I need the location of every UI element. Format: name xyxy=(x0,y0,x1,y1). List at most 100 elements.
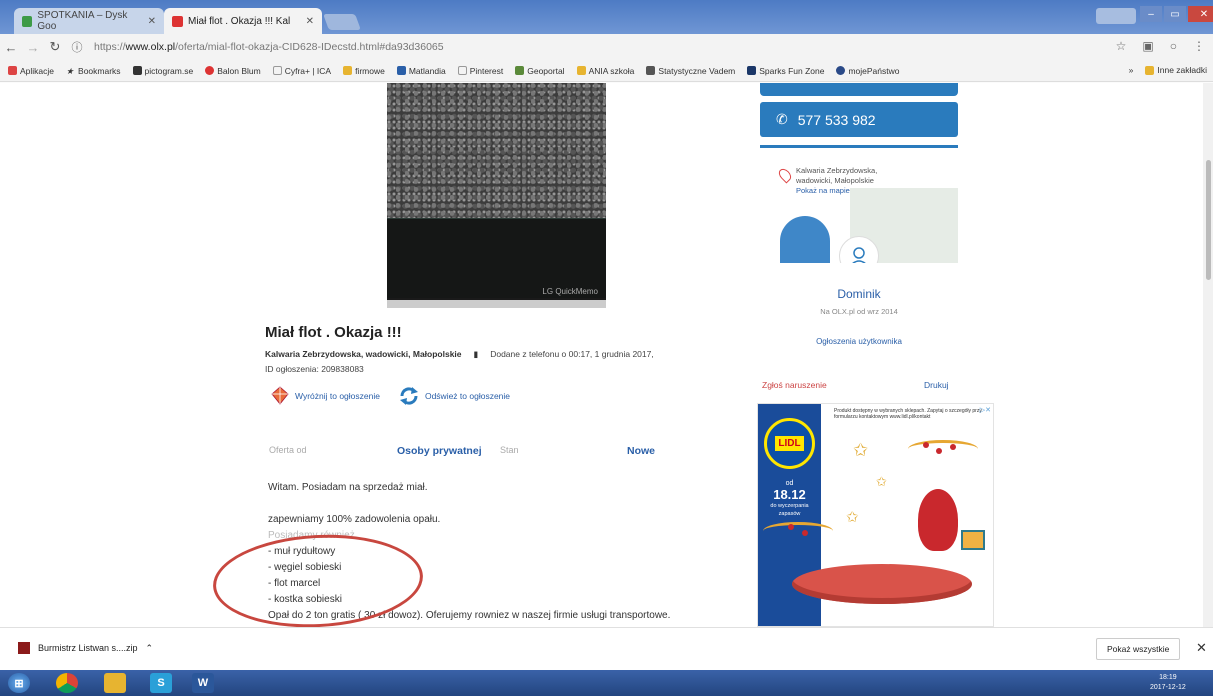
lidl-logo: LIDL xyxy=(764,418,815,469)
pictogram-icon xyxy=(132,66,142,75)
state-value[interactable]: Nowe xyxy=(627,445,655,457)
extension-icon[interactable]: ▣ xyxy=(1142,39,1153,53)
user-name[interactable]: Dominik xyxy=(760,287,958,301)
forward-icon[interactable]: → xyxy=(22,40,44,55)
cardinal-bird xyxy=(918,489,958,551)
listing-added: Dodane z telefonu o 00:17, 1 grudnia 201… xyxy=(490,349,654,359)
bookmark-geoportal[interactable]: Geoportal xyxy=(515,66,565,76)
location-pin-icon xyxy=(776,166,794,184)
ad-od: od xyxy=(785,480,794,487)
tab-olx[interactable]: Miał flot . Okazja !!! Kal ✕ xyxy=(164,8,322,34)
adchoices-icon[interactable]: ▷✕ xyxy=(980,406,991,414)
bookmark-balon[interactable]: Balon Blum xyxy=(205,66,261,76)
bookmark-statystyczne[interactable]: Statystyczne Vadem xyxy=(646,66,735,76)
bookmark-apps[interactable]: Aplikacje xyxy=(8,66,54,76)
tab-label: SPOTKANIA – Dysk Goo xyxy=(37,10,128,32)
ad-berry xyxy=(788,524,794,530)
explorer-icon[interactable] xyxy=(104,673,126,693)
back-icon[interactable]: ← xyxy=(0,40,22,55)
highlight-label: Wyróżnij to ogłoszenie xyxy=(295,391,380,401)
reload-icon[interactable]: ↻ xyxy=(44,39,66,55)
address-toolbar: ← → ↻ ⓘ https://www.olx.pl/oferta/mial-f… xyxy=(0,34,1213,60)
print-link[interactable]: Drukuj xyxy=(924,380,949,390)
listing-title: Miał flot . Okazja !!! xyxy=(265,324,402,341)
account-icon[interactable]: ○ xyxy=(1170,39,1177,53)
bookmark-matlandia[interactable]: Matlandia xyxy=(396,66,446,76)
page-content: LG QuickMemo Miał flot . Okazja !!! Kalw… xyxy=(0,83,1213,627)
show-on-map-link[interactable]: Pokaż na mapie xyxy=(796,186,877,196)
refresh-button[interactable]: Odśwież to ogłoszenie xyxy=(398,386,510,406)
address-bar[interactable]: https://www.olx.pl/oferta/mial-flot-okaz… xyxy=(94,41,444,53)
taskbar: ⊞ S W 18:19 2017-12-12 xyxy=(0,670,1213,696)
bookmark-pinterest[interactable]: Pinterest xyxy=(457,66,503,76)
minimize-icon[interactable]: – xyxy=(1140,6,1162,22)
new-tab-button[interactable] xyxy=(323,14,361,30)
listing-photo[interactable]: LG QuickMemo xyxy=(387,83,606,308)
scrollbar-thumb[interactable] xyxy=(1206,160,1211,280)
downloads-bar: Burmistrz Listwan s....zip ⌃ Pokaż wszys… xyxy=(0,627,1213,670)
listing-location[interactable]: Kalwaria Zebrzydowska, wadowicki, Małopo… xyxy=(265,349,462,360)
menu-icon[interactable]: ⋮ xyxy=(1193,39,1205,53)
report-link[interactable]: Zgłoś naruszenie xyxy=(762,380,827,390)
folder-icon xyxy=(1145,65,1155,75)
close-window-icon[interactable]: ✕ xyxy=(1188,6,1213,22)
chrome-icon[interactable] xyxy=(56,673,78,693)
desc-line xyxy=(268,496,728,512)
tab-spotkania[interactable]: SPOTKANIA – Dysk Goo ✕ xyxy=(14,8,164,34)
bookmark-bookmarks[interactable]: ★ Bookmarks xyxy=(66,66,121,77)
system-clock[interactable]: 18:19 2017-12-12 xyxy=(1150,673,1186,693)
bookmark-cyfra[interactable]: Cyfra+ | ICA xyxy=(272,66,331,76)
download-item[interactable]: Burmistrz Listwan s....zip ⌃ xyxy=(18,642,153,654)
bookmark-firmowe[interactable]: firmowe xyxy=(343,66,385,76)
page-icon xyxy=(457,66,467,75)
user-since: Na OLX.pl od wrz 2014 xyxy=(820,307,898,316)
star-icon[interactable]: ☆ xyxy=(1116,39,1127,53)
skype-icon[interactable]: S xyxy=(150,673,172,693)
map-card[interactable]: Kalwaria Zebrzydowska, wadowicki, Małopo… xyxy=(760,145,958,263)
info-icon[interactable]: ⓘ xyxy=(66,39,88,55)
user-ads-link[interactable]: Ogłoszenia użytkownika xyxy=(760,337,958,346)
bookmarks-bar: Aplikacje ★ Bookmarks pictogram.se Balon … xyxy=(0,60,1213,82)
ad-branch xyxy=(763,522,833,540)
download-filename: Burmistrz Listwan s....zip xyxy=(38,643,138,653)
phone-number: 577 533 982 xyxy=(797,111,876,128)
ad-berry xyxy=(936,448,942,454)
bookmarks-right: » Inne zakładki xyxy=(1129,65,1207,75)
photo-scroll-bar xyxy=(387,300,606,308)
user-icon xyxy=(852,247,866,263)
bookmark-mojepanstwo[interactable]: mojePaństwo xyxy=(836,66,900,76)
map-location-text: Kalwaria Zebrzydowska, wadowicki, Małopo… xyxy=(796,166,877,196)
phone-icon: ✆ xyxy=(776,111,788,127)
ad-small-text: do wyczerpania xyxy=(770,503,809,509)
profile-button[interactable] xyxy=(1096,8,1136,24)
tab-close-icon[interactable]: ✕ xyxy=(148,16,156,27)
bookmark-ania[interactable]: ANIA szkoła xyxy=(576,66,634,76)
ad-berry xyxy=(923,442,929,448)
offer-from-value[interactable]: Osoby prywatnej xyxy=(397,445,482,457)
maximize-icon[interactable]: ▭ xyxy=(1164,6,1186,22)
start-button-icon[interactable]: ⊞ xyxy=(8,673,30,693)
tab-label: Miał flot . Okazja !!! Kal xyxy=(188,15,291,27)
tab-close-icon[interactable]: ✕ xyxy=(306,16,314,27)
lidl-ad-banner[interactable]: LIDL od 18.12 do wyczerpania zapasów Pro… xyxy=(757,403,994,627)
highlight-button[interactable]: Wyróżnij to ogłoszenie xyxy=(270,386,380,406)
close-icon[interactable]: ✕ xyxy=(1196,640,1207,656)
map-location-line: Kalwaria Zebrzydowska, xyxy=(796,166,878,175)
contact-button[interactable] xyxy=(760,83,958,96)
phone-button[interactable]: ✆ 577 533 982 xyxy=(760,102,958,137)
bookmark-other[interactable]: Inne zakładki xyxy=(1145,65,1207,75)
ad-small-text: zapasów xyxy=(778,511,801,517)
clock-time: 18:19 xyxy=(1159,674,1177,681)
ad-branch xyxy=(908,440,978,458)
kite-icon xyxy=(271,386,289,405)
photo-shadow xyxy=(387,218,606,298)
folder-icon xyxy=(576,66,586,75)
show-all-button[interactable]: Pokaż wszystkie xyxy=(1096,638,1181,660)
bookmark-pictogram[interactable]: pictogram.se xyxy=(132,66,193,76)
more-bookmarks-icon[interactable]: » xyxy=(1129,65,1134,75)
ad-note: Produkt dostępny w wybranych sklepach. Z… xyxy=(834,408,982,420)
bookmark-sparks[interactable]: Sparks Fun Zone xyxy=(747,66,824,76)
word-icon[interactable]: W xyxy=(192,673,214,693)
chevron-up-icon[interactable]: ⌃ xyxy=(146,643,154,654)
coal-image xyxy=(387,83,606,218)
